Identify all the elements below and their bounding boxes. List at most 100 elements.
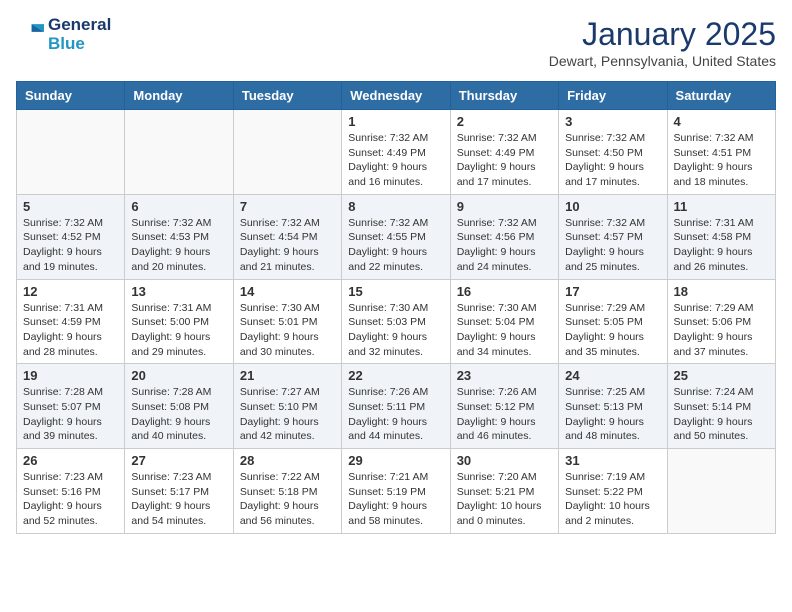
- calendar-cell: 18Sunrise: 7:29 AMSunset: 5:06 PMDayligh…: [667, 279, 775, 364]
- week-row-4: 19 Sunrise: 7:28 AMSunset: 5:07 PMDayligh…: [17, 364, 776, 449]
- calendar-cell: 13 Sunrise: 7:31 AMSunset: 5:00 PMDayligh…: [125, 279, 233, 364]
- day-info: Sunrise: 7:32 AMSunset: 4:53 PMDaylight:…: [131, 216, 226, 275]
- calendar-table: SundayMondayTuesdayWednesdayThursdayFrid…: [16, 81, 776, 534]
- day-info: Sunrise: 7:20 AMSunset: 5:21 PMDaylight:…: [457, 470, 552, 529]
- day-number: 19: [23, 368, 118, 383]
- calendar-cell: 4 Sunrise: 7:32 AMSunset: 4:51 PMDaylight…: [667, 110, 775, 195]
- day-info: Sunrise: 7:31 AMSunset: 4:59 PMDaylight:…: [23, 301, 118, 360]
- day-info: Sunrise: 7:30 AMSunset: 5:01 PMDaylight:…: [240, 301, 335, 360]
- day-info: Sunrise: 7:32 AMSunset: 4:54 PMDaylight:…: [240, 216, 335, 275]
- page-header: General Blue January 2025 Dewart, Pennsy…: [16, 16, 776, 69]
- calendar-cell: [17, 110, 125, 195]
- logo-text-top: General: [48, 16, 111, 35]
- week-row-2: 5Sunrise: 7:32 AMSunset: 4:52 PMDaylight…: [17, 194, 776, 279]
- day-number: 4: [674, 114, 769, 129]
- day-number: 20: [131, 368, 226, 383]
- day-info: Sunrise: 7:26 AMSunset: 5:12 PMDaylight:…: [457, 385, 552, 444]
- day-number: 6: [131, 199, 226, 214]
- calendar-cell: 26 Sunrise: 7:23 AMSunset: 5:16 PMDayligh…: [17, 449, 125, 534]
- day-number: 8: [348, 199, 443, 214]
- calendar-cell: [667, 449, 775, 534]
- weekday-header-tuesday: Tuesday: [233, 82, 341, 110]
- day-info: Sunrise: 7:24 AMSunset: 5:14 PMDaylight:…: [674, 385, 769, 444]
- day-number: 26: [23, 453, 118, 468]
- day-number: 10: [565, 199, 660, 214]
- week-row-3: 12 Sunrise: 7:31 AMSunset: 4:59 PMDayligh…: [17, 279, 776, 364]
- day-number: 25: [674, 368, 769, 383]
- calendar-cell: 19 Sunrise: 7:28 AMSunset: 5:07 PMDayligh…: [17, 364, 125, 449]
- calendar-cell: 25 Sunrise: 7:24 AMSunset: 5:14 PMDayligh…: [667, 364, 775, 449]
- day-info: Sunrise: 7:23 AMSunset: 5:16 PMDaylight:…: [23, 470, 118, 529]
- day-info: Sunrise: 7:32 AMSunset: 4:49 PMDaylight:…: [457, 131, 552, 190]
- day-info: Sunrise: 7:26 AMSunset: 5:11 PMDaylight:…: [348, 385, 443, 444]
- location-text: Dewart, Pennsylvania, United States: [549, 53, 776, 69]
- title-section: January 2025 Dewart, Pennsylvania, Unite…: [549, 16, 776, 69]
- day-info: Sunrise: 7:32 AMSunset: 4:50 PMDaylight:…: [565, 131, 660, 190]
- calendar-cell: 24Sunrise: 7:25 AMSunset: 5:13 PMDayligh…: [559, 364, 667, 449]
- day-info: Sunrise: 7:27 AMSunset: 5:10 PMDaylight:…: [240, 385, 335, 444]
- day-number: 30: [457, 453, 552, 468]
- logo-icon: [16, 21, 44, 49]
- day-number: 13: [131, 284, 226, 299]
- day-info: Sunrise: 7:25 AMSunset: 5:13 PMDaylight:…: [565, 385, 660, 444]
- day-number: 2: [457, 114, 552, 129]
- day-info: Sunrise: 7:19 AMSunset: 5:22 PMDaylight:…: [565, 470, 660, 529]
- weekday-header-row: SundayMondayTuesdayWednesdayThursdayFrid…: [17, 82, 776, 110]
- day-number: 7: [240, 199, 335, 214]
- calendar-cell: 20Sunrise: 7:28 AMSunset: 5:08 PMDayligh…: [125, 364, 233, 449]
- day-number: 14: [240, 284, 335, 299]
- day-number: 15: [348, 284, 443, 299]
- day-number: 3: [565, 114, 660, 129]
- calendar-cell: 9 Sunrise: 7:32 AMSunset: 4:56 PMDaylight…: [450, 194, 558, 279]
- day-number: 23: [457, 368, 552, 383]
- day-info: Sunrise: 7:31 AMSunset: 5:00 PMDaylight:…: [131, 301, 226, 360]
- calendar-cell: 27Sunrise: 7:23 AMSunset: 5:17 PMDayligh…: [125, 449, 233, 534]
- calendar-cell: 21 Sunrise: 7:27 AMSunset: 5:10 PMDayligh…: [233, 364, 341, 449]
- calendar-cell: 8 Sunrise: 7:32 AMSunset: 4:55 PMDaylight…: [342, 194, 450, 279]
- calendar-cell: 3 Sunrise: 7:32 AMSunset: 4:50 PMDaylight…: [559, 110, 667, 195]
- day-number: 11: [674, 199, 769, 214]
- weekday-header-sunday: Sunday: [17, 82, 125, 110]
- day-info: Sunrise: 7:32 AMSunset: 4:56 PMDaylight:…: [457, 216, 552, 275]
- day-info: Sunrise: 7:32 AMSunset: 4:49 PMDaylight:…: [348, 131, 443, 190]
- calendar-cell: 10 Sunrise: 7:32 AMSunset: 4:57 PMDayligh…: [559, 194, 667, 279]
- calendar-cell: 12 Sunrise: 7:31 AMSunset: 4:59 PMDayligh…: [17, 279, 125, 364]
- weekday-header-wednesday: Wednesday: [342, 82, 450, 110]
- calendar-cell: 7 Sunrise: 7:32 AMSunset: 4:54 PMDaylight…: [233, 194, 341, 279]
- weekday-header-monday: Monday: [125, 82, 233, 110]
- week-row-5: 26 Sunrise: 7:23 AMSunset: 5:16 PMDayligh…: [17, 449, 776, 534]
- calendar-cell: 23 Sunrise: 7:26 AMSunset: 5:12 PMDayligh…: [450, 364, 558, 449]
- day-info: Sunrise: 7:32 AMSunset: 4:57 PMDaylight:…: [565, 216, 660, 275]
- day-info: Sunrise: 7:32 AMSunset: 4:51 PMDaylight:…: [674, 131, 769, 190]
- day-info: Sunrise: 7:31 AMSunset: 4:58 PMDaylight:…: [674, 216, 769, 275]
- day-number: 21: [240, 368, 335, 383]
- weekday-header-saturday: Saturday: [667, 82, 775, 110]
- day-info: Sunrise: 7:22 AMSunset: 5:18 PMDaylight:…: [240, 470, 335, 529]
- day-number: 17: [565, 284, 660, 299]
- day-info: Sunrise: 7:32 AMSunset: 4:55 PMDaylight:…: [348, 216, 443, 275]
- day-number: 12: [23, 284, 118, 299]
- day-info: Sunrise: 7:29 AMSunset: 5:06 PMDaylight:…: [674, 301, 769, 360]
- calendar-cell: 16Sunrise: 7:30 AMSunset: 5:04 PMDayligh…: [450, 279, 558, 364]
- day-number: 1: [348, 114, 443, 129]
- calendar-cell: 31Sunrise: 7:19 AMSunset: 5:22 PMDayligh…: [559, 449, 667, 534]
- calendar-cell: 6 Sunrise: 7:32 AMSunset: 4:53 PMDaylight…: [125, 194, 233, 279]
- day-number: 22: [348, 368, 443, 383]
- calendar-cell: 5Sunrise: 7:32 AMSunset: 4:52 PMDaylight…: [17, 194, 125, 279]
- day-number: 9: [457, 199, 552, 214]
- day-info: Sunrise: 7:29 AMSunset: 5:05 PMDaylight:…: [565, 301, 660, 360]
- month-title: January 2025: [549, 16, 776, 53]
- day-number: 28: [240, 453, 335, 468]
- calendar-cell: 14 Sunrise: 7:30 AMSunset: 5:01 PMDayligh…: [233, 279, 341, 364]
- calendar-cell: 11 Sunrise: 7:31 AMSunset: 4:58 PMDayligh…: [667, 194, 775, 279]
- calendar-cell: [233, 110, 341, 195]
- day-number: 5: [23, 199, 118, 214]
- day-info: Sunrise: 7:23 AMSunset: 5:17 PMDaylight:…: [131, 470, 226, 529]
- day-info: Sunrise: 7:28 AMSunset: 5:07 PMDaylight:…: [23, 385, 118, 444]
- calendar-cell: 28 Sunrise: 7:22 AMSunset: 5:18 PMDayligh…: [233, 449, 341, 534]
- weekday-header-friday: Friday: [559, 82, 667, 110]
- day-number: 29: [348, 453, 443, 468]
- day-number: 16: [457, 284, 552, 299]
- calendar-cell: 22 Sunrise: 7:26 AMSunset: 5:11 PMDayligh…: [342, 364, 450, 449]
- day-info: Sunrise: 7:21 AMSunset: 5:19 PMDaylight:…: [348, 470, 443, 529]
